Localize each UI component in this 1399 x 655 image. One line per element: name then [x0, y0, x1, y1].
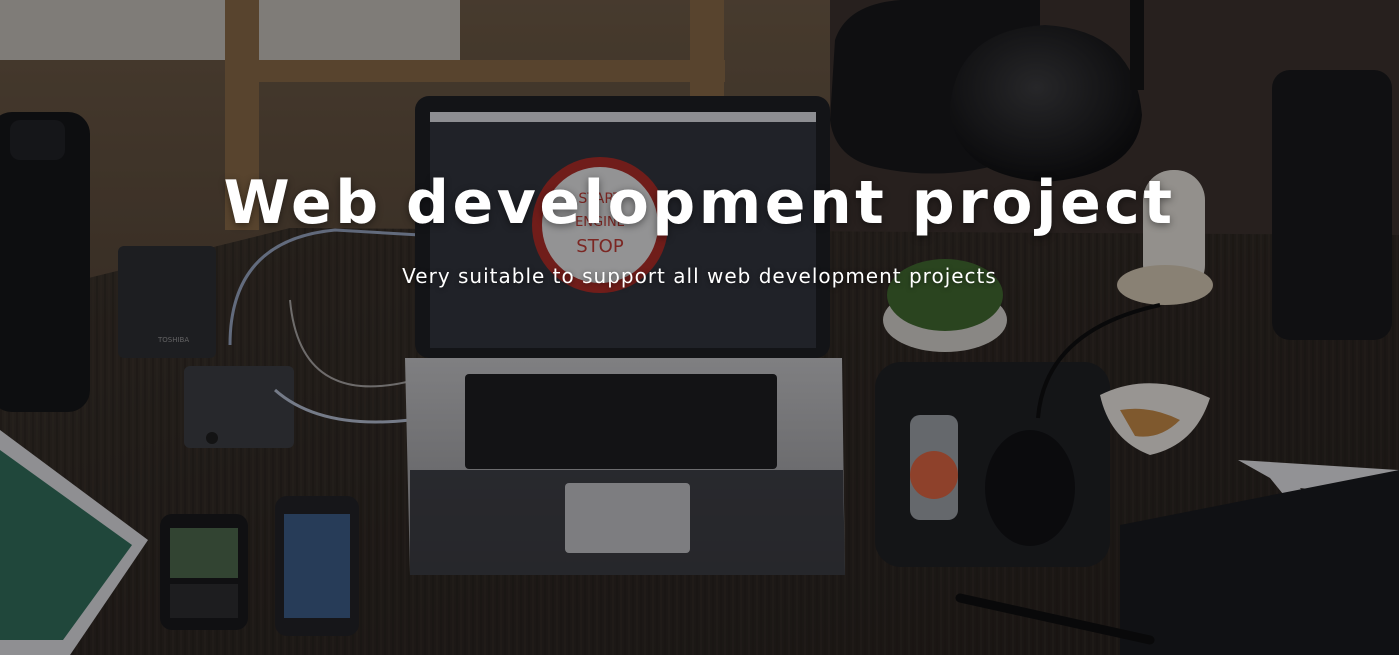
hero-title: Web development project: [223, 168, 1176, 238]
hero-subtitle: Very suitable to support all web develop…: [402, 264, 997, 288]
hero-section: TOSHIBA START ENGINE STOP Web developmen…: [0, 0, 1399, 655]
dark-overlay: [0, 0, 1399, 655]
